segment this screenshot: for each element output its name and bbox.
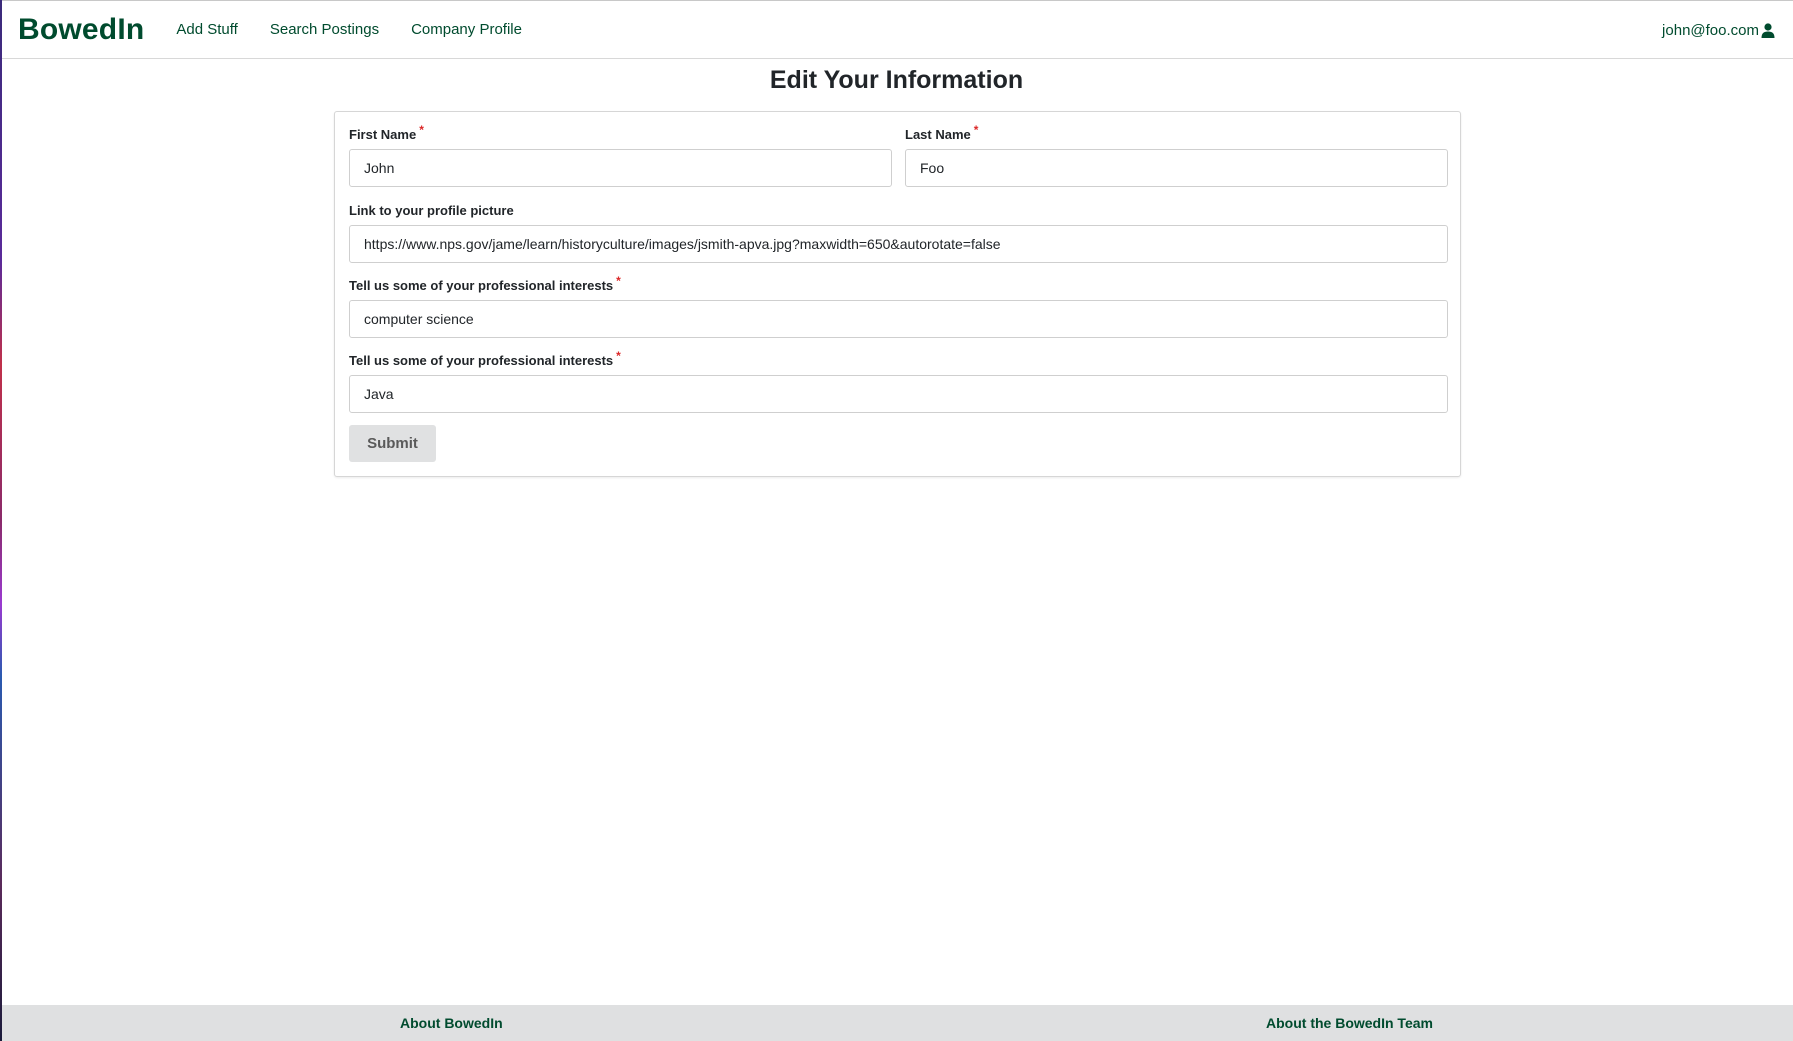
user-icon bbox=[1761, 23, 1775, 38]
page-title: Edit Your Information bbox=[769, 66, 1024, 94]
required-marker: * bbox=[973, 123, 979, 137]
interests-label-text: Tell us some of your professional intere… bbox=[349, 278, 614, 293]
footer-about-link[interactable]: About BowedIn bbox=[400, 1005, 503, 1041]
last-name-input[interactable] bbox=[905, 149, 1448, 187]
picture-link-input[interactable] bbox=[349, 225, 1448, 263]
last-name-label-text: Last Name bbox=[905, 127, 971, 142]
submit-button[interactable]: Submit bbox=[349, 425, 436, 462]
nav-search-postings[interactable]: Search Postings bbox=[254, 0, 395, 59]
first-name-label: First Name * bbox=[349, 123, 424, 142]
nav-links: Add Stuff Search Postings Company Profil… bbox=[160, 0, 538, 59]
edit-profile-form: First Name* Last Name* Link to your prof… bbox=[334, 111, 1461, 477]
picture-link-label: Link to your profile picture bbox=[349, 203, 514, 218]
picture-link-label-text: Link to your profile picture bbox=[349, 203, 514, 218]
nav-add-stuff[interactable]: Add Stuff bbox=[160, 0, 253, 59]
window-edge-strip bbox=[0, 0, 2, 1041]
required-marker: * bbox=[616, 349, 621, 363]
top-navbar: BowedIn Add Stuff Search Postings Compan… bbox=[2, 0, 1793, 59]
user-menu[interactable]: john@foo.com bbox=[1662, 1, 1775, 60]
nav-company-profile[interactable]: Company Profile bbox=[395, 0, 538, 59]
required-marker: * bbox=[616, 274, 621, 288]
skills-label-text: Tell us some of your professional intere… bbox=[349, 353, 614, 368]
interests-input[interactable] bbox=[349, 300, 1448, 338]
first-name-label-text: First Name bbox=[349, 127, 417, 142]
last-name-label: Last Name * bbox=[905, 123, 978, 142]
skills-input[interactable] bbox=[349, 375, 1448, 413]
required-marker: * bbox=[419, 123, 424, 137]
brand-logo-link[interactable]: BowedIn bbox=[18, 13, 144, 47]
interests-label: Tell us some of your professional intere… bbox=[349, 274, 621, 293]
footer-team-link[interactable]: About the BowedIn Team bbox=[1266, 1005, 1433, 1041]
footer: About BowedIn About the BowedIn Team bbox=[2, 1005, 1793, 1041]
first-name-input[interactable] bbox=[349, 149, 892, 187]
skills-label: Tell us some of your professional intere… bbox=[349, 349, 621, 368]
user-email: john@foo.com bbox=[1662, 22, 1759, 39]
